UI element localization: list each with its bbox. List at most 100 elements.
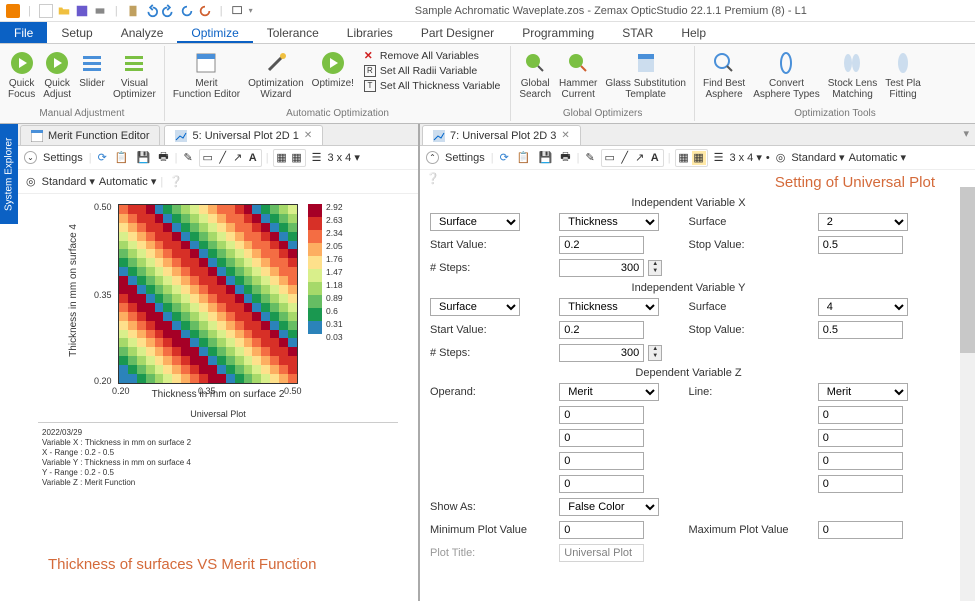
y-steps-input[interactable]	[559, 344, 644, 362]
y-start-input[interactable]	[559, 321, 644, 339]
y-steps-stepper[interactable]: ▲▼	[648, 345, 662, 361]
z-v3-input[interactable]	[559, 452, 644, 470]
y-stop-input[interactable]	[818, 321, 903, 339]
grid2-icon[interactable]: ▦	[692, 151, 706, 165]
text-icon[interactable]: A	[648, 151, 662, 165]
minpv-input[interactable]	[559, 521, 644, 539]
set-all-radii[interactable]: RSet All Radii Variable	[364, 65, 500, 77]
grid-dropdown[interactable]: 3 x 4 ▾	[327, 151, 359, 164]
optimize-button[interactable]: Optimize!	[308, 48, 358, 91]
z-v4-input[interactable]	[559, 475, 644, 493]
remove-all-variables[interactable]: ✕Remove All Variables	[364, 50, 500, 62]
y-category-select[interactable]: Surface	[430, 298, 520, 316]
menu-partdesigner[interactable]: Part Designer	[407, 22, 508, 43]
line-icon[interactable]: ╱	[216, 151, 230, 165]
z-w2-input[interactable]	[818, 429, 903, 447]
open-icon[interactable]	[57, 4, 71, 18]
tab-plot-1[interactable]: 5: Universal Plot 2D 1 ✕	[164, 125, 323, 145]
copy-icon[interactable]: 📋	[515, 150, 533, 165]
tab-plot-3[interactable]: 7: Universal Plot 2D 3 ✕	[422, 125, 581, 145]
x-stop-input[interactable]	[818, 236, 903, 254]
standard-dropdown[interactable]: Standard ▾	[791, 151, 844, 164]
refresh-icon[interactable]	[180, 4, 194, 18]
menu-optimize[interactable]: Optimize	[177, 22, 252, 43]
menu-star[interactable]: STAR	[608, 22, 667, 43]
menu-help[interactable]: Help	[667, 22, 720, 43]
x-steps-stepper[interactable]: ▲▼	[648, 260, 662, 276]
print-icon[interactable]: 🖶	[156, 147, 170, 168]
line-icon[interactable]: ╱	[618, 151, 632, 165]
undo-icon[interactable]	[144, 4, 158, 18]
chevron-up-icon[interactable]: ⌃	[426, 151, 439, 164]
settings-button[interactable]: Settings	[443, 151, 487, 165]
plottitle-input[interactable]	[559, 544, 644, 562]
automatic-dropdown[interactable]: Automatic ▾	[849, 151, 907, 164]
visual-optimizer-button[interactable]: VisualOptimizer	[109, 48, 160, 102]
set-all-thickness[interactable]: TSet All Thickness Variable	[364, 80, 500, 92]
help-icon[interactable]: ❔	[426, 173, 440, 185]
x-category-select[interactable]: Surface	[430, 213, 520, 231]
help-icon[interactable]: ❔	[167, 174, 185, 189]
y-surface-select[interactable]: 4	[818, 298, 908, 316]
merit-editor-button[interactable]: MeritFunction Editor	[169, 48, 244, 102]
automatic-dropdown[interactable]: Automatic ▾	[99, 175, 157, 188]
x-surface-select[interactable]: 2	[818, 213, 908, 231]
rect-icon[interactable]: ▭	[201, 151, 215, 165]
system-explorer-tab[interactable]: System Explorer	[0, 124, 18, 224]
save-icon[interactable]: 💾	[537, 150, 555, 165]
quick-focus-button[interactable]: QuickFocus	[4, 48, 39, 102]
menu-tolerance[interactable]: Tolerance	[253, 22, 333, 43]
menu-analyze[interactable]: Analyze	[107, 22, 178, 43]
layers-icon[interactable]: ☰	[310, 150, 324, 165]
x-param-select[interactable]: Thickness	[559, 213, 659, 231]
rect-icon[interactable]: ▭	[603, 151, 617, 165]
slider-button[interactable]: Slider	[75, 48, 109, 91]
close-icon[interactable]: ✕	[561, 130, 569, 141]
menu-file[interactable]: File	[0, 22, 47, 43]
scrollbar[interactable]	[960, 187, 975, 601]
print-icon[interactable]	[93, 4, 107, 18]
arrow-icon[interactable]: ↗	[231, 151, 245, 165]
z-line-select[interactable]: Merit	[818, 383, 908, 401]
tab-drop-icon[interactable]: ▾	[957, 124, 975, 145]
target-icon[interactable]: ◎	[24, 174, 38, 189]
pencil-icon[interactable]: ✎	[583, 150, 596, 165]
print-icon[interactable]: 🖶	[558, 147, 572, 168]
menu-libraries[interactable]: Libraries	[333, 22, 407, 43]
z-w1-input[interactable]	[818, 406, 903, 424]
target-icon[interactable]: ◎	[774, 150, 788, 165]
convert-asphere-button[interactable]: ConvertAsphere Types	[749, 48, 824, 102]
grid2-icon[interactable]: ▦	[290, 151, 304, 165]
grid-dropdown[interactable]: 3 x 4 ▾	[729, 151, 761, 164]
z-w3-input[interactable]	[818, 452, 903, 470]
stock-lens-button[interactable]: Stock LensMatching	[824, 48, 881, 102]
text-icon[interactable]: A	[246, 151, 260, 165]
close-icon[interactable]: ✕	[304, 130, 312, 141]
showas-select[interactable]: False Color	[559, 498, 659, 516]
standard-dropdown[interactable]: Standard ▾	[42, 175, 95, 188]
hammer-current-button[interactable]: HammerCurrent	[555, 48, 601, 102]
refresh-all-icon[interactable]	[198, 4, 212, 18]
paste-icon[interactable]	[126, 4, 140, 18]
menu-programming[interactable]: Programming	[508, 22, 608, 43]
menu-setup[interactable]: Setup	[47, 22, 106, 43]
tab-merit-editor[interactable]: Merit Function Editor	[20, 125, 160, 145]
maxpv-input[interactable]	[818, 521, 903, 539]
refresh-icon[interactable]: ⟳	[498, 150, 511, 165]
test-plate-button[interactable]: Test PlaFitting	[881, 48, 925, 102]
z-v1-input[interactable]	[559, 406, 644, 424]
grid1-icon[interactable]: ▦	[275, 151, 289, 165]
glass-sub-button[interactable]: Glass SubstitutionTemplate	[601, 48, 690, 102]
new-icon[interactable]	[39, 4, 53, 18]
pencil-icon[interactable]: ✎	[181, 150, 194, 165]
z-operand-select[interactable]: Merit	[559, 383, 659, 401]
optimization-wizard-button[interactable]: OptimizationWizard	[244, 48, 308, 102]
find-best-asphere-button[interactable]: Find BestAsphere	[699, 48, 749, 102]
z-v2-input[interactable]	[559, 429, 644, 447]
redo-icon[interactable]	[162, 4, 176, 18]
layers-icon[interactable]: ☰	[712, 150, 726, 165]
save-icon[interactable]	[75, 4, 89, 18]
x-start-input[interactable]	[559, 236, 644, 254]
y-param-select[interactable]: Thickness	[559, 298, 659, 316]
z-w4-input[interactable]	[818, 475, 903, 493]
